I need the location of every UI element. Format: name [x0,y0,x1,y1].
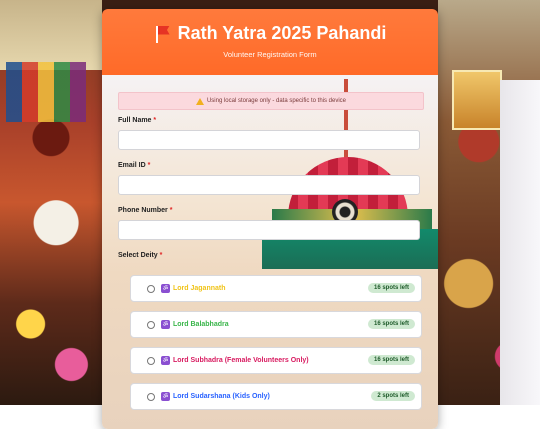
registration-card: Rath Yatra 2025 Pahandi Volunteer Regist… [102,9,438,429]
email-label: Email ID * [118,162,150,169]
deity-label-text: Select Deity [118,252,158,259]
deity-option-balabhadra[interactable]: ॐ Lord Balabhadra 16 spots left [130,311,422,338]
spots-badge: 2 spots left [371,391,415,401]
full-name-label: Full Name * [118,117,156,124]
background-right-column [500,80,540,405]
deity-label: Select Deity * [118,252,162,259]
required-mark: * [153,117,157,124]
form-header: Rath Yatra 2025 Pahandi Volunteer Regist… [102,9,438,75]
om-icon: ॐ [161,284,170,293]
deity-option-sudarshana[interactable]: ॐ Lord Sudarshana (Kids Only) 2 spots le… [130,383,422,410]
email-input[interactable] [118,175,420,195]
radio-button[interactable] [147,392,155,401]
form-subtitle: Volunteer Registration Form [223,50,317,59]
form-title-text: Rath Yatra 2025 Pahandi [177,23,387,43]
red-flag-icon [154,25,170,43]
storage-notice-text: Using local storage only - data specific… [206,98,347,104]
phone-label-text: Phone Number [118,207,168,214]
form-title: Rath Yatra 2025 Pahandi [102,23,438,44]
deity-option-jagannath[interactable]: ॐ Lord Jagannath 16 spots left [130,275,422,302]
spots-badge: 16 spots left [367,355,415,365]
storage-notice: Using local storage only - data specific… [118,92,424,110]
om-icon: ॐ [161,356,170,365]
radio-button[interactable] [147,320,155,329]
spots-badge: 16 spots left [367,319,415,329]
required-mark: * [169,207,173,214]
deity-name: Lord Sudarshana (Kids Only) [173,393,270,400]
deity-name: Lord Jagannath [173,285,226,292]
background-left-top [0,0,102,70]
required-mark: * [159,252,163,259]
full-name-input[interactable] [118,130,420,150]
required-mark: * [147,162,151,169]
phone-input[interactable] [118,220,420,240]
deity-name: Lord Balabhadra [173,321,229,328]
radio-button[interactable] [147,284,155,293]
om-icon: ॐ [161,392,170,401]
phone-label: Phone Number * [118,207,172,214]
om-icon: ॐ [161,320,170,329]
spots-badge: 16 spots left [367,283,415,293]
warning-icon [195,97,204,105]
background-left-banner [6,62,86,122]
background-right-banner [452,70,502,130]
deity-name: Lord Subhadra (Female Volunteers Only) [173,357,309,364]
radio-button[interactable] [147,356,155,365]
email-label-text: Email ID [118,162,146,169]
deity-option-subhadra[interactable]: ॐ Lord Subhadra (Female Volunteers Only)… [130,347,422,374]
full-name-label-text: Full Name [118,117,152,124]
